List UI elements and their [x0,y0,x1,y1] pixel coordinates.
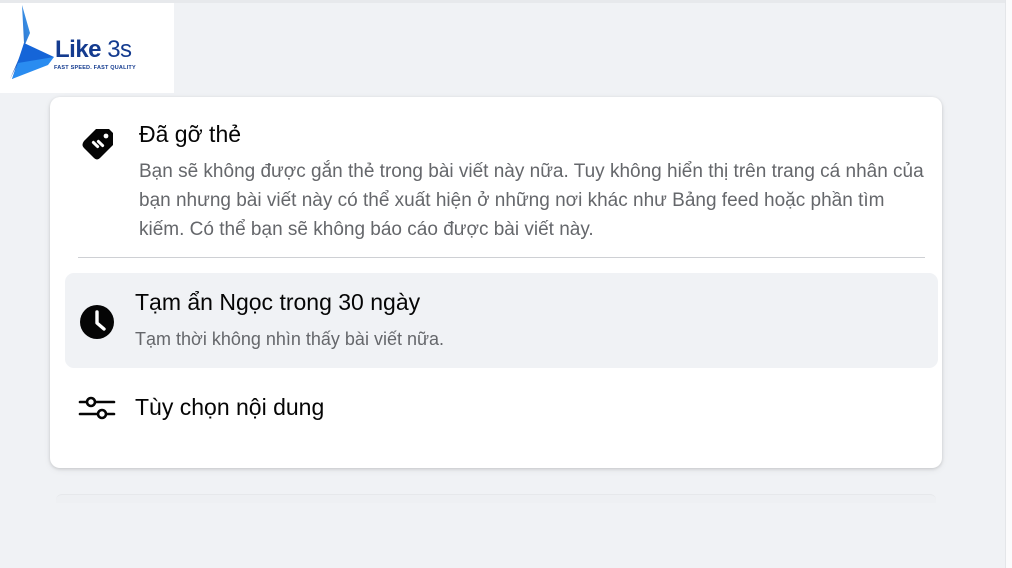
clock-icon [79,304,115,345]
menu-item-title: Tùy chọn nội dung [135,394,325,420]
logo-wordmark: Like 3s [55,36,132,64]
menu-divider [78,257,925,258]
sliders-icon [78,393,116,428]
like3s-logo: Like 3s FAST SPEED. FAST QUALITY [0,3,174,93]
next-card-edge [56,494,936,503]
logo-wordmark-number: 3s [107,36,132,63]
logo-wordmark-text: Like [55,36,102,63]
menu-item-snooze[interactable]: Tạm ẩn Ngọc trong 30 ngày Tạm thời không… [65,273,938,368]
menu-item-title: Tạm ẩn Ngọc trong 30 ngày [135,289,421,315]
tag-removed-icon [80,125,116,166]
menu-item-title: Đã gỡ thẻ [139,121,242,147]
menu-item-description: Tạm thời không nhìn thấy bài viết nữa. [135,329,445,349]
logo-tagline: FAST SPEED. FAST QUALITY [54,65,136,71]
menu-item-content-preferences[interactable]: Tùy chọn nội dung [65,382,938,437]
like3s-logo-mark-icon [10,5,54,79]
menu-item-description: Bạn sẽ không được gắn thẻ trong bài viết… [139,161,924,240]
post-options-menu: Đã gỡ thẻ Bạn sẽ không được gắn thẻ tron… [50,97,942,468]
menu-item-tag-removed[interactable]: Đã gỡ thẻ Bạn sẽ không được gắn thẻ tron… [50,97,942,257]
scrollbar-track[interactable] [1005,0,1012,568]
